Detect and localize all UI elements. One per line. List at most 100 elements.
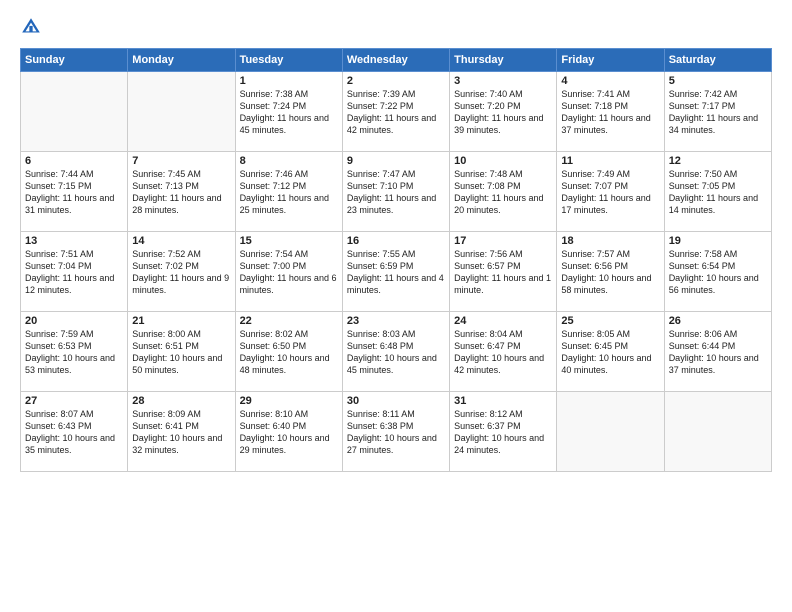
header	[20, 16, 772, 38]
header-cell-tuesday: Tuesday	[235, 49, 342, 72]
day-number: 11	[561, 155, 659, 167]
day-number: 24	[454, 315, 552, 327]
header-cell-monday: Monday	[128, 49, 235, 72]
day-number: 10	[454, 155, 552, 167]
day-info: Sunrise: 8:12 AM Sunset: 6:37 PM Dayligh…	[454, 408, 552, 457]
calendar-cell: 13Sunrise: 7:51 AM Sunset: 7:04 PM Dayli…	[21, 232, 128, 312]
calendar-cell: 27Sunrise: 8:07 AM Sunset: 6:43 PM Dayli…	[21, 392, 128, 472]
day-info: Sunrise: 7:41 AM Sunset: 7:18 PM Dayligh…	[561, 88, 659, 137]
day-number: 15	[240, 235, 338, 247]
day-number: 13	[25, 235, 123, 247]
day-info: Sunrise: 8:11 AM Sunset: 6:38 PM Dayligh…	[347, 408, 445, 457]
day-info: Sunrise: 7:49 AM Sunset: 7:07 PM Dayligh…	[561, 168, 659, 217]
header-cell-saturday: Saturday	[664, 49, 771, 72]
week-row-3: 13Sunrise: 7:51 AM Sunset: 7:04 PM Dayli…	[21, 232, 772, 312]
calendar-cell: 2Sunrise: 7:39 AM Sunset: 7:22 PM Daylig…	[342, 72, 449, 152]
day-number: 14	[132, 235, 230, 247]
calendar-cell: 1Sunrise: 7:38 AM Sunset: 7:24 PM Daylig…	[235, 72, 342, 152]
logo	[20, 16, 46, 38]
calendar-cell: 6Sunrise: 7:44 AM Sunset: 7:15 PM Daylig…	[21, 152, 128, 232]
header-row: SundayMondayTuesdayWednesdayThursdayFrid…	[21, 49, 772, 72]
day-number: 31	[454, 395, 552, 407]
calendar-cell	[664, 392, 771, 472]
calendar-body: 1Sunrise: 7:38 AM Sunset: 7:24 PM Daylig…	[21, 72, 772, 472]
day-info: Sunrise: 7:52 AM Sunset: 7:02 PM Dayligh…	[132, 248, 230, 297]
day-number: 5	[669, 75, 767, 87]
day-number: 28	[132, 395, 230, 407]
day-number: 2	[347, 75, 445, 87]
day-info: Sunrise: 7:48 AM Sunset: 7:08 PM Dayligh…	[454, 168, 552, 217]
calendar-cell: 26Sunrise: 8:06 AM Sunset: 6:44 PM Dayli…	[664, 312, 771, 392]
day-info: Sunrise: 7:40 AM Sunset: 7:20 PM Dayligh…	[454, 88, 552, 137]
calendar-cell: 30Sunrise: 8:11 AM Sunset: 6:38 PM Dayli…	[342, 392, 449, 472]
day-info: Sunrise: 8:00 AM Sunset: 6:51 PM Dayligh…	[132, 328, 230, 377]
calendar-cell: 23Sunrise: 8:03 AM Sunset: 6:48 PM Dayli…	[342, 312, 449, 392]
calendar-cell	[21, 72, 128, 152]
calendar-cell: 20Sunrise: 7:59 AM Sunset: 6:53 PM Dayli…	[21, 312, 128, 392]
header-cell-sunday: Sunday	[21, 49, 128, 72]
header-cell-thursday: Thursday	[450, 49, 557, 72]
day-info: Sunrise: 7:58 AM Sunset: 6:54 PM Dayligh…	[669, 248, 767, 297]
day-info: Sunrise: 7:54 AM Sunset: 7:00 PM Dayligh…	[240, 248, 338, 297]
day-number: 25	[561, 315, 659, 327]
calendar-cell: 4Sunrise: 7:41 AM Sunset: 7:18 PM Daylig…	[557, 72, 664, 152]
day-info: Sunrise: 7:38 AM Sunset: 7:24 PM Dayligh…	[240, 88, 338, 137]
day-number: 1	[240, 75, 338, 87]
calendar-header: SundayMondayTuesdayWednesdayThursdayFrid…	[21, 49, 772, 72]
day-info: Sunrise: 8:09 AM Sunset: 6:41 PM Dayligh…	[132, 408, 230, 457]
week-row-1: 1Sunrise: 7:38 AM Sunset: 7:24 PM Daylig…	[21, 72, 772, 152]
header-cell-friday: Friday	[557, 49, 664, 72]
day-info: Sunrise: 7:51 AM Sunset: 7:04 PM Dayligh…	[25, 248, 123, 297]
day-number: 21	[132, 315, 230, 327]
calendar-table: SundayMondayTuesdayWednesdayThursdayFrid…	[20, 48, 772, 472]
week-row-5: 27Sunrise: 8:07 AM Sunset: 6:43 PM Dayli…	[21, 392, 772, 472]
week-row-2: 6Sunrise: 7:44 AM Sunset: 7:15 PM Daylig…	[21, 152, 772, 232]
calendar-cell: 12Sunrise: 7:50 AM Sunset: 7:05 PM Dayli…	[664, 152, 771, 232]
day-number: 17	[454, 235, 552, 247]
calendar-cell: 5Sunrise: 7:42 AM Sunset: 7:17 PM Daylig…	[664, 72, 771, 152]
calendar-cell: 17Sunrise: 7:56 AM Sunset: 6:57 PM Dayli…	[450, 232, 557, 312]
day-info: Sunrise: 7:50 AM Sunset: 7:05 PM Dayligh…	[669, 168, 767, 217]
calendar-cell: 3Sunrise: 7:40 AM Sunset: 7:20 PM Daylig…	[450, 72, 557, 152]
day-number: 23	[347, 315, 445, 327]
day-info: Sunrise: 8:03 AM Sunset: 6:48 PM Dayligh…	[347, 328, 445, 377]
day-number: 3	[454, 75, 552, 87]
day-info: Sunrise: 7:39 AM Sunset: 7:22 PM Dayligh…	[347, 88, 445, 137]
day-number: 29	[240, 395, 338, 407]
calendar-cell	[128, 72, 235, 152]
logo-icon	[20, 16, 42, 38]
calendar-cell: 19Sunrise: 7:58 AM Sunset: 6:54 PM Dayli…	[664, 232, 771, 312]
calendar-cell: 8Sunrise: 7:46 AM Sunset: 7:12 PM Daylig…	[235, 152, 342, 232]
day-number: 19	[669, 235, 767, 247]
day-number: 16	[347, 235, 445, 247]
day-info: Sunrise: 8:02 AM Sunset: 6:50 PM Dayligh…	[240, 328, 338, 377]
calendar-cell: 18Sunrise: 7:57 AM Sunset: 6:56 PM Dayli…	[557, 232, 664, 312]
day-number: 6	[25, 155, 123, 167]
day-info: Sunrise: 7:57 AM Sunset: 6:56 PM Dayligh…	[561, 248, 659, 297]
day-info: Sunrise: 7:46 AM Sunset: 7:12 PM Dayligh…	[240, 168, 338, 217]
calendar-cell: 28Sunrise: 8:09 AM Sunset: 6:41 PM Dayli…	[128, 392, 235, 472]
day-info: Sunrise: 7:47 AM Sunset: 7:10 PM Dayligh…	[347, 168, 445, 217]
week-row-4: 20Sunrise: 7:59 AM Sunset: 6:53 PM Dayli…	[21, 312, 772, 392]
day-number: 8	[240, 155, 338, 167]
day-info: Sunrise: 7:44 AM Sunset: 7:15 PM Dayligh…	[25, 168, 123, 217]
day-number: 9	[347, 155, 445, 167]
calendar-cell: 25Sunrise: 8:05 AM Sunset: 6:45 PM Dayli…	[557, 312, 664, 392]
day-number: 26	[669, 315, 767, 327]
day-info: Sunrise: 7:56 AM Sunset: 6:57 PM Dayligh…	[454, 248, 552, 297]
calendar-cell: 31Sunrise: 8:12 AM Sunset: 6:37 PM Dayli…	[450, 392, 557, 472]
calendar-cell: 16Sunrise: 7:55 AM Sunset: 6:59 PM Dayli…	[342, 232, 449, 312]
header-cell-wednesday: Wednesday	[342, 49, 449, 72]
calendar-cell: 7Sunrise: 7:45 AM Sunset: 7:13 PM Daylig…	[128, 152, 235, 232]
day-info: Sunrise: 8:05 AM Sunset: 6:45 PM Dayligh…	[561, 328, 659, 377]
page: SundayMondayTuesdayWednesdayThursdayFrid…	[0, 0, 792, 612]
day-info: Sunrise: 8:04 AM Sunset: 6:47 PM Dayligh…	[454, 328, 552, 377]
calendar-cell: 11Sunrise: 7:49 AM Sunset: 7:07 PM Dayli…	[557, 152, 664, 232]
day-info: Sunrise: 7:59 AM Sunset: 6:53 PM Dayligh…	[25, 328, 123, 377]
calendar-cell: 29Sunrise: 8:10 AM Sunset: 6:40 PM Dayli…	[235, 392, 342, 472]
calendar-cell: 22Sunrise: 8:02 AM Sunset: 6:50 PM Dayli…	[235, 312, 342, 392]
day-number: 27	[25, 395, 123, 407]
day-number: 12	[669, 155, 767, 167]
day-number: 30	[347, 395, 445, 407]
day-number: 18	[561, 235, 659, 247]
